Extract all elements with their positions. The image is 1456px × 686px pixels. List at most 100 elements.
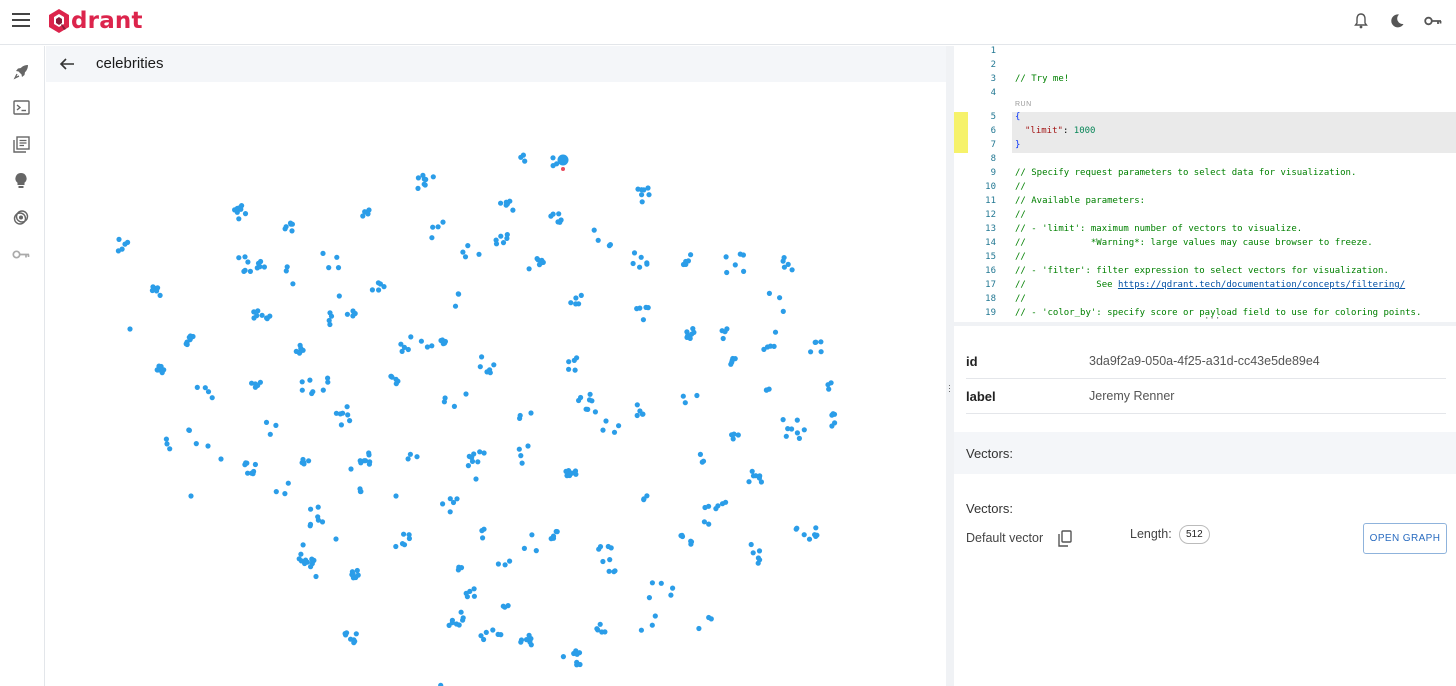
vector-point[interactable] bbox=[350, 313, 356, 319]
vector-point[interactable] bbox=[149, 287, 155, 294]
vector-point[interactable] bbox=[644, 260, 650, 266]
vector-point[interactable] bbox=[125, 239, 131, 245]
vector-point[interactable] bbox=[571, 357, 577, 363]
vector-point[interactable] bbox=[186, 427, 192, 433]
vector-point[interactable] bbox=[812, 532, 818, 538]
vector-scatter-plot[interactable] bbox=[46, 84, 946, 686]
vector-point[interactable] bbox=[789, 267, 795, 273]
menu-icon[interactable] bbox=[12, 13, 30, 27]
vector-point[interactable] bbox=[366, 450, 372, 456]
vector-point[interactable] bbox=[826, 386, 832, 392]
vector-point[interactable] bbox=[243, 460, 249, 466]
vector-point[interactable] bbox=[493, 237, 499, 243]
vector-point[interactable] bbox=[641, 496, 647, 502]
vector-point[interactable] bbox=[467, 588, 473, 594]
vector-point[interactable] bbox=[806, 536, 813, 542]
vector-point[interactable] bbox=[702, 504, 708, 511]
vector-point[interactable] bbox=[518, 453, 524, 459]
vector-point[interactable] bbox=[257, 379, 263, 385]
vector-point[interactable] bbox=[560, 654, 567, 660]
vector-point[interactable] bbox=[684, 329, 690, 335]
vector-point[interactable] bbox=[723, 254, 729, 260]
vector-point[interactable] bbox=[495, 561, 501, 567]
vector-point[interactable] bbox=[730, 436, 736, 442]
highlighted-neighbor-point[interactable] bbox=[561, 167, 565, 171]
vector-point[interactable] bbox=[466, 453, 472, 459]
vector-point[interactable] bbox=[731, 431, 737, 437]
vector-point[interactable] bbox=[554, 529, 560, 535]
vector-point[interactable] bbox=[757, 557, 763, 563]
vector-point[interactable] bbox=[832, 420, 838, 426]
vector-point[interactable] bbox=[502, 562, 508, 568]
vector-point[interactable] bbox=[205, 443, 211, 449]
vector-point[interactable] bbox=[502, 604, 508, 610]
vector-point[interactable] bbox=[780, 417, 786, 423]
rocket-icon[interactable] bbox=[11, 61, 31, 81]
vector-point[interactable] bbox=[756, 548, 763, 554]
vector-point[interactable] bbox=[646, 595, 653, 601]
vector-point[interactable] bbox=[649, 622, 655, 628]
vector-point[interactable] bbox=[600, 558, 606, 565]
vector-point[interactable] bbox=[597, 621, 603, 627]
lightbulb-icon[interactable] bbox=[11, 170, 31, 190]
vector-point[interactable] bbox=[498, 233, 504, 239]
vector-point[interactable] bbox=[578, 394, 584, 401]
vector-point[interactable] bbox=[408, 334, 414, 340]
vector-point[interactable] bbox=[429, 343, 435, 349]
vector-point[interactable] bbox=[344, 404, 350, 410]
copy-icon[interactable] bbox=[1057, 530, 1073, 548]
vector-point[interactable] bbox=[242, 267, 248, 273]
vector-point[interactable] bbox=[442, 395, 448, 401]
vector-point[interactable] bbox=[737, 251, 743, 257]
vector-point[interactable] bbox=[480, 535, 486, 541]
vector-point[interactable] bbox=[465, 243, 471, 249]
vector-point[interactable] bbox=[706, 614, 712, 621]
vector-point[interactable] bbox=[777, 295, 783, 301]
vector-point[interactable] bbox=[490, 627, 496, 633]
vector-point[interactable] bbox=[344, 311, 350, 317]
vector-point[interactable] bbox=[476, 251, 482, 257]
vector-point[interactable] bbox=[300, 456, 306, 463]
vector-point[interactable] bbox=[401, 344, 407, 350]
vector-point[interactable] bbox=[164, 441, 170, 447]
vector-point[interactable] bbox=[794, 417, 800, 423]
vector-point[interactable] bbox=[518, 154, 524, 160]
vector-point[interactable] bbox=[639, 199, 645, 205]
vector-point[interactable] bbox=[163, 436, 169, 442]
vector-point[interactable] bbox=[335, 265, 342, 271]
vector-point[interactable] bbox=[455, 567, 461, 573]
vector-point[interactable] bbox=[299, 379, 305, 385]
vector-point[interactable] bbox=[334, 254, 340, 260]
panel-splitter[interactable] bbox=[946, 46, 954, 686]
vector-point[interactable] bbox=[818, 339, 824, 345]
vector-point[interactable] bbox=[585, 406, 591, 412]
open-graph-button[interactable]: OPEN GRAPH bbox=[1363, 523, 1447, 554]
vector-point[interactable] bbox=[652, 613, 658, 619]
vector-point[interactable] bbox=[343, 632, 349, 638]
docs-link[interactable]: https://qdrant.tech/documentation/concep… bbox=[1118, 280, 1405, 290]
vector-point[interactable] bbox=[573, 295, 579, 301]
vector-point[interactable] bbox=[167, 446, 173, 452]
vector-point[interactable] bbox=[393, 493, 399, 499]
vector-point[interactable] bbox=[785, 426, 791, 432]
vector-point[interactable] bbox=[429, 235, 435, 241]
vector-point[interactable] bbox=[507, 558, 513, 564]
vector-point[interactable] bbox=[767, 343, 774, 349]
vector-point[interactable] bbox=[298, 551, 304, 557]
collections-icon[interactable] bbox=[11, 134, 31, 154]
vector-point[interactable] bbox=[635, 186, 641, 192]
vector-point[interactable] bbox=[510, 207, 516, 213]
vector-point[interactable] bbox=[766, 290, 773, 296]
vector-point[interactable] bbox=[535, 257, 541, 263]
vector-point[interactable] bbox=[688, 252, 694, 258]
vector-point[interactable] bbox=[369, 287, 375, 293]
vector-point[interactable] bbox=[761, 346, 767, 352]
vector-point[interactable] bbox=[649, 580, 656, 586]
vector-point[interactable] bbox=[435, 224, 441, 230]
vector-point[interactable] bbox=[688, 538, 694, 544]
vector-point[interactable] bbox=[313, 573, 319, 580]
qdrant-logo[interactable]: drant bbox=[48, 8, 143, 34]
access-key-icon[interactable] bbox=[11, 244, 31, 264]
vector-point[interactable] bbox=[440, 501, 446, 507]
vector-point[interactable] bbox=[326, 317, 332, 324]
